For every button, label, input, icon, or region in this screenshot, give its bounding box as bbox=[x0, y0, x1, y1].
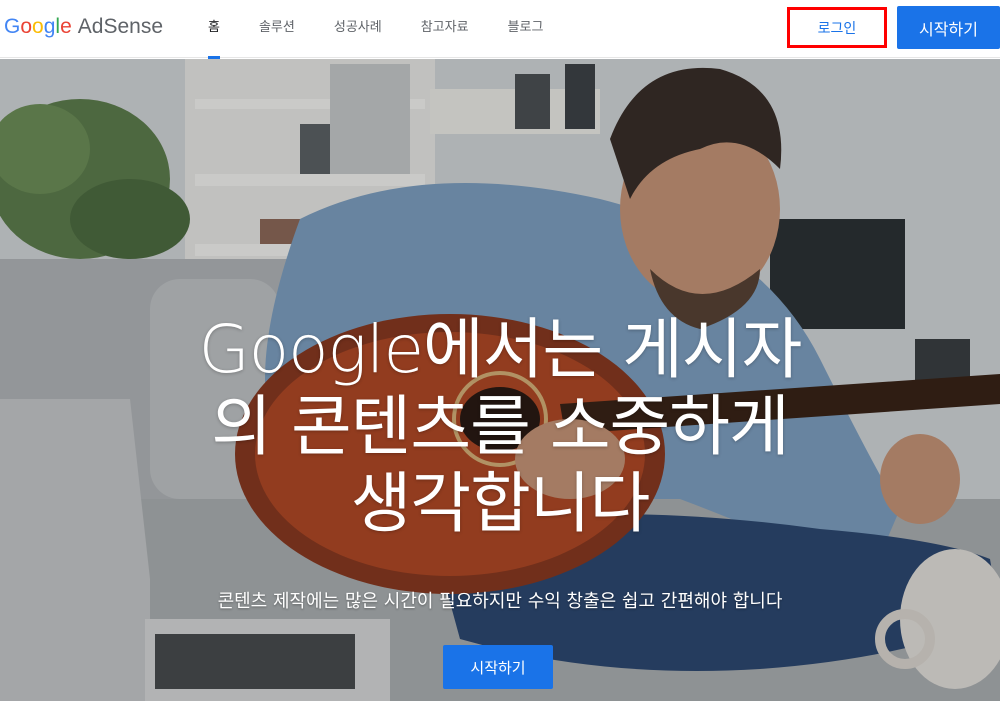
logo-letter: o bbox=[32, 15, 44, 38]
adsense-logo[interactable]: Go o g l e AdSense bbox=[4, 15, 163, 43]
login-button[interactable]: 로그인 bbox=[790, 10, 884, 45]
logo-letter: G bbox=[4, 15, 21, 38]
main-nav: 홈 솔루션 성공사례 참고자료 블로그 bbox=[208, 0, 582, 59]
logo-letter: o bbox=[20, 15, 33, 38]
logo-product-name: AdSense bbox=[77, 15, 163, 38]
logo-letter: e bbox=[60, 15, 72, 38]
logo-letter: g bbox=[43, 15, 56, 38]
nav-item-success-stories[interactable]: 성공사례 bbox=[334, 0, 382, 58]
login-highlight-box: 로그인 bbox=[787, 7, 887, 48]
nav-item-resources[interactable]: 참고자료 bbox=[421, 0, 469, 58]
hero-subtext: 콘텐츠 제작에는 많은 시간이 필요하지만 수익 창출은 쉽고 간편해야 합니다 bbox=[217, 591, 783, 612]
hero-headline: Google에서는 게시자 의 콘텐츠를 소중하게 생각합니다 bbox=[130, 311, 870, 542]
top-navigation-bar: Go o g l e AdSense 홈 솔루션 성공사례 참고자료 블로그 로그인 시작… bbox=[0, 0, 1000, 59]
hero-headline-line: Google에서는 게시자 bbox=[198, 311, 803, 388]
nav-item-home[interactable]: 홈 bbox=[208, 0, 220, 59]
nav-item-solutions[interactable]: 솔루션 bbox=[259, 0, 295, 58]
hero-section: Google에서는 게시자 의 콘텐츠를 소중하게 생각합니다 콘텐츠 제작에는… bbox=[0, 59, 1000, 701]
get-started-button-hero[interactable]: 시작하기 bbox=[443, 645, 553, 689]
hero-headline-line: 생각합니다 bbox=[350, 465, 651, 542]
get-started-button-header[interactable]: 시작하기 bbox=[897, 6, 1000, 49]
nav-item-blog[interactable]: 블로그 bbox=[508, 0, 544, 58]
hero-headline-line: 의 콘텐츠를 소중하게 bbox=[211, 388, 789, 465]
